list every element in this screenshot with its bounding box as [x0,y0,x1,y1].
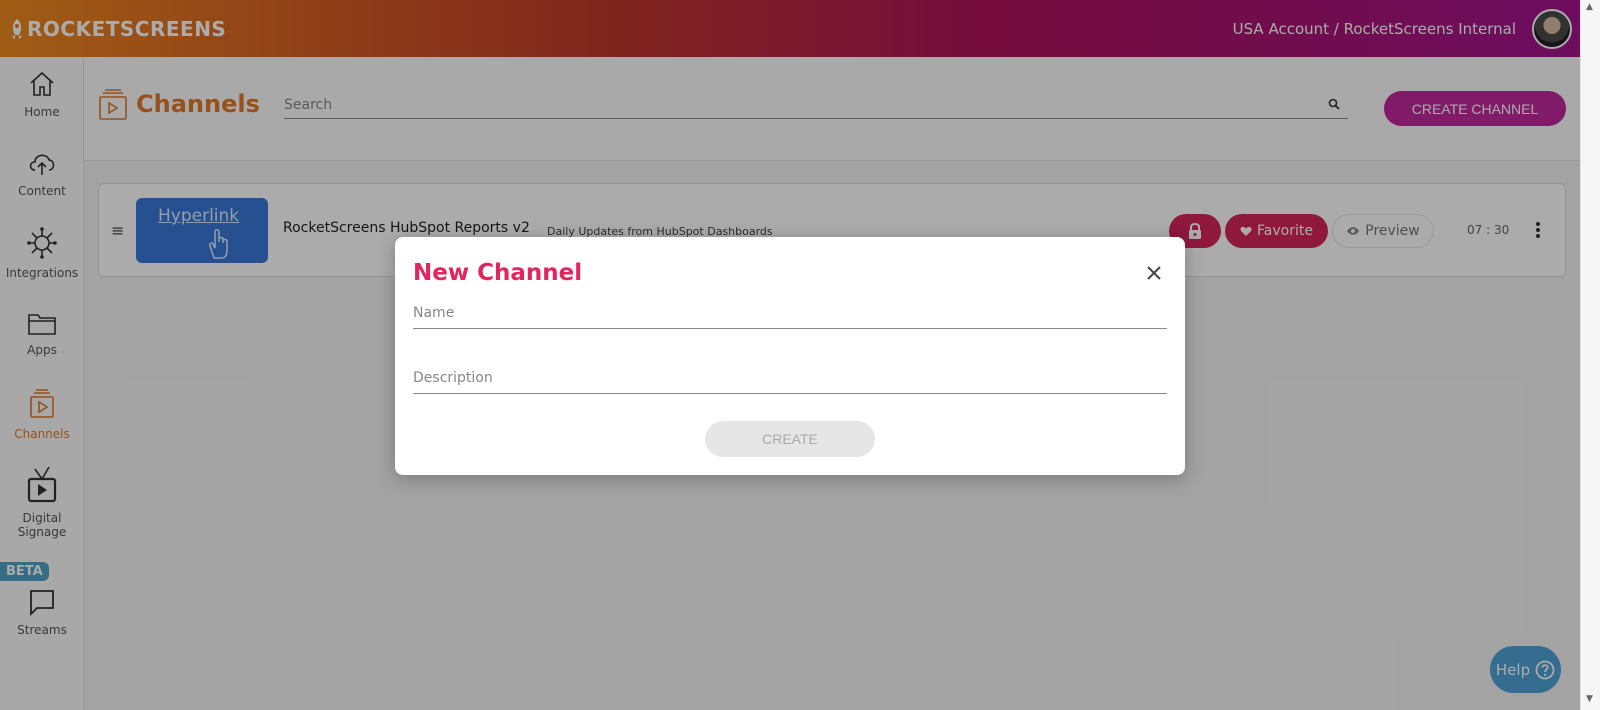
create-button[interactable]: CREATE [705,421,875,457]
name-input[interactable] [413,299,1167,327]
description-input[interactable] [413,364,1167,392]
scroll-down-icon[interactable]: ▼ [1586,694,1593,704]
scroll-up-icon[interactable]: ▲ [1586,2,1593,12]
page-scrollbar[interactable]: ▲ ▼ [1580,0,1600,710]
new-channel-dialog: New Channel CREATE [395,237,1185,475]
name-field [413,299,1167,329]
description-field [413,364,1167,394]
dialog-title: New Channel [413,260,583,286]
close-icon[interactable] [1143,262,1165,284]
